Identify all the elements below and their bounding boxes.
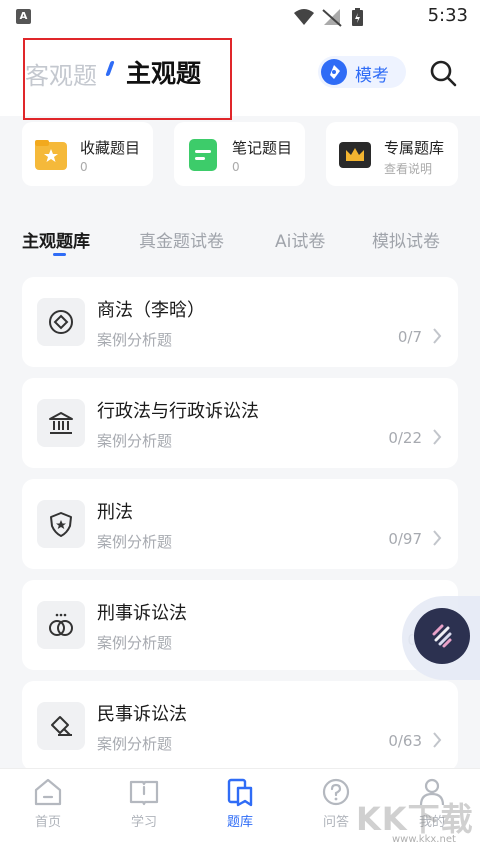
subject-title: 商法（李晗） — [97, 300, 205, 321]
nav-study[interactable]: 学习 — [114, 777, 174, 837]
subject-title: 民事诉讼法 — [97, 704, 187, 725]
favorites-card[interactable]: 收藏题目 0 — [22, 122, 153, 186]
quick-cards: 收藏题目 0 笔记题目 0 专属题库 查看说明 — [0, 122, 480, 188]
subject-icon-box — [37, 399, 85, 447]
quick-card-count: 0 — [232, 160, 240, 174]
subject-item-criminal-procedure[interactable]: 刑事诉讼法 案例分析题 0/ — [22, 580, 458, 670]
subject-item-criminal-law[interactable]: 刑法 案例分析题 0/97 — [22, 479, 458, 569]
nav-home[interactable]: 首页 — [18, 777, 78, 837]
crown-icon — [339, 142, 371, 168]
nav-label: 学习 — [130, 815, 157, 830]
wifi-icon — [294, 9, 314, 25]
quick-card-title: 笔记题目 — [232, 139, 293, 157]
chevron-right-icon — [433, 328, 442, 344]
floating-action-button[interactable] — [414, 608, 470, 664]
status-bar: A 5:33 — [0, 0, 480, 34]
question-bank-icon — [227, 778, 253, 807]
subject-icon-box — [37, 298, 85, 346]
subject-type: 案例分析题 — [97, 432, 173, 450]
nav-question-bank[interactable]: 题库 — [210, 777, 270, 837]
subject-type: 案例分析题 — [97, 634, 173, 652]
subject-type: 案例分析题 — [97, 533, 173, 551]
quick-card-title: 收藏题目 — [80, 139, 141, 157]
note-icon — [189, 139, 217, 171]
highlight-annotation-box — [23, 38, 232, 120]
book-icon — [129, 780, 159, 806]
view-explanation-link[interactable]: 查看说明 — [384, 160, 432, 177]
subject-type: 案例分析题 — [97, 735, 173, 753]
quick-card-count: 0 — [80, 160, 88, 174]
nav-label: 首页 — [34, 815, 61, 830]
handcuffs-icon — [49, 613, 73, 636]
chevron-right-icon — [433, 732, 442, 748]
tab-ai-papers[interactable]: Ai试卷 — [275, 227, 325, 252]
subject-progress: 0/22 — [388, 429, 422, 447]
home-icon — [34, 778, 62, 806]
notes-card[interactable]: 笔记题目 0 — [174, 122, 305, 186]
subject-title: 行政法与行政诉讼法 — [97, 401, 259, 422]
active-tab-underline — [53, 253, 66, 256]
app-notification-icon: A — [16, 9, 31, 24]
search-icon[interactable] — [428, 58, 458, 88]
subject-type: 案例分析题 — [97, 331, 173, 349]
mock-exam-icon — [321, 59, 347, 85]
subject-icon-box — [37, 500, 85, 548]
star-folder-icon — [35, 140, 67, 170]
tab-real-exam-papers[interactable]: 真金题试卷 — [139, 227, 224, 252]
pen-lines-icon — [432, 624, 452, 648]
subject-item-civil-procedure[interactable]: 民事诉讼法 案例分析题 0/63 — [22, 681, 458, 771]
status-time: 5:33 — [427, 5, 468, 26]
exclusive-bank-card[interactable]: 专属题库 查看说明 — [326, 122, 458, 186]
subject-icon-box — [37, 601, 85, 649]
status-icons — [294, 8, 363, 27]
subject-progress: 0/7 — [397, 328, 422, 346]
signal-off-icon — [322, 9, 342, 27]
subject-title: 刑法 — [97, 502, 133, 523]
quick-card-title: 专属题库 — [384, 139, 445, 157]
diamond-icon — [49, 310, 73, 334]
question-circle-icon — [322, 778, 350, 806]
mock-exam-label: 模考 — [355, 66, 389, 86]
mock-exam-button[interactable]: 模考 — [318, 56, 406, 88]
gavel-icon — [51, 716, 72, 736]
header: 客观题 主观题 模考 — [0, 34, 480, 120]
tab-subjective-bank[interactable]: 主观题库 — [22, 227, 90, 252]
subject-icon-box — [37, 702, 85, 750]
chevron-right-icon — [433, 429, 442, 445]
nav-label: 题库 — [226, 815, 253, 830]
battery-charging-icon — [352, 8, 363, 26]
courthouse-icon — [49, 412, 73, 434]
shield-star-icon — [50, 512, 72, 537]
floating-button-container — [402, 596, 480, 680]
chevron-right-icon — [433, 530, 442, 546]
subject-progress: 0/63 — [388, 732, 422, 750]
subject-title: 刑事诉讼法 — [97, 603, 187, 624]
tab-mock-papers[interactable]: 模拟试卷 — [372, 227, 440, 252]
subject-item-commercial-law[interactable]: 商法（李晗） 案例分析题 0/7 — [22, 277, 458, 367]
subject-item-administrative-law[interactable]: 行政法与行政诉讼法 案例分析题 0/22 — [22, 378, 458, 468]
watermark-url: www.kkx.net — [392, 834, 456, 845]
subject-progress: 0/97 — [388, 530, 422, 548]
